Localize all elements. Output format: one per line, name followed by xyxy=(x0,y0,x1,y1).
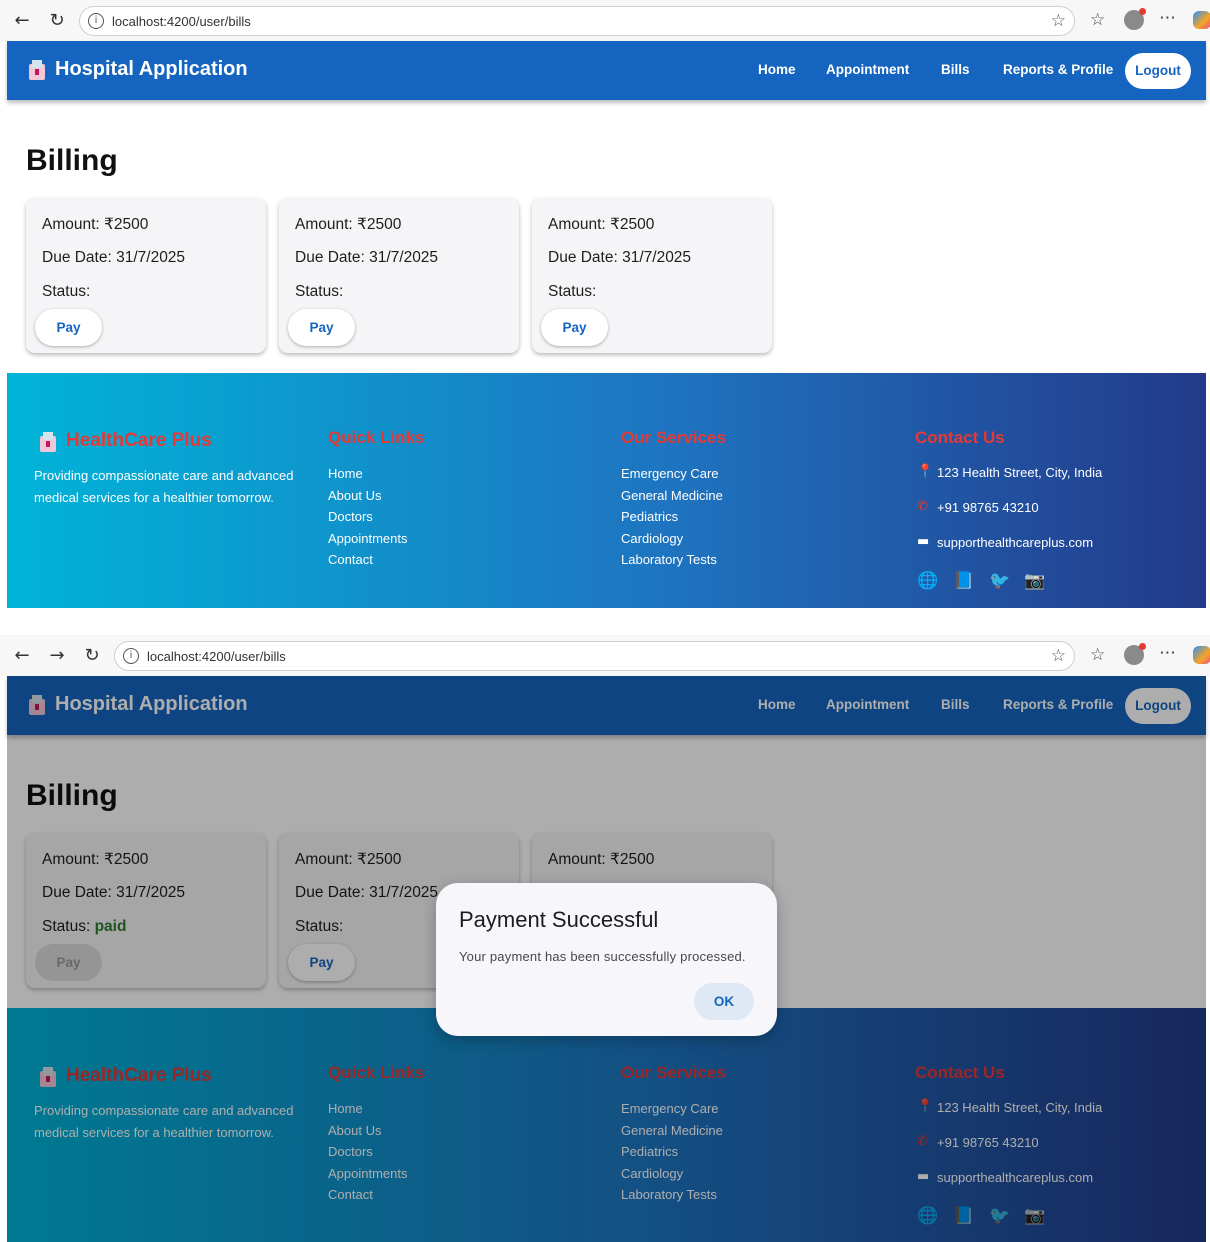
email-icon: ▬ xyxy=(917,534,930,549)
bill-due-date: Due Date: 31/7/2025 xyxy=(295,249,439,266)
hospital-icon xyxy=(29,60,45,80)
url-text: localhost:4200/user/bills xyxy=(147,649,286,664)
bill-amount: Amount: ₹2500 xyxy=(295,216,402,233)
screenshot-before-payment: ← ↻ i localhost:4200/user/bills ☆ ☆ ⋯ Ho… xyxy=(0,0,1210,610)
footer: HealthCare Plus Providing compassionate … xyxy=(7,373,1206,608)
browser-toolbar: ← → ↻ i localhost:4200/user/bills ☆ ☆ ⋯ xyxy=(0,635,1210,677)
footer-link-contact[interactable]: Contact xyxy=(328,552,373,567)
bird-icon[interactable]: 🐦 xyxy=(989,571,1010,591)
bill-status: Status: xyxy=(42,283,91,300)
logout-button[interactable]: Logout xyxy=(1125,53,1191,89)
info-icon[interactable]: i xyxy=(88,13,104,29)
forward-icon[interactable]: → xyxy=(44,643,70,669)
footer-link-doctors[interactable]: Doctors xyxy=(328,509,373,524)
ok-button[interactable]: OK xyxy=(694,983,754,1020)
screenshot-after-payment: ← → ↻ i localhost:4200/user/bills ☆ ☆ ⋯ … xyxy=(0,635,1210,1242)
refresh-icon[interactable]: ↻ xyxy=(44,8,70,34)
dialog-message: Your payment has been successfully proce… xyxy=(459,949,746,964)
camera-icon[interactable]: 📷 xyxy=(1024,571,1045,591)
screenshot-separator xyxy=(0,610,1210,635)
contact-heading: Contact Us xyxy=(915,428,1005,447)
more-icon[interactable]: ⋯ xyxy=(1159,643,1176,663)
page-title: Billing xyxy=(26,144,118,177)
bill-card: Amount: ₹2500 Due Date: 31/7/2025 Status… xyxy=(279,198,519,353)
service-pediatrics[interactable]: Pediatrics xyxy=(621,509,678,524)
service-laboratory[interactable]: Laboratory Tests xyxy=(621,552,717,567)
back-icon[interactable]: ← xyxy=(9,643,35,669)
nav-bills[interactable]: Bills xyxy=(941,62,970,77)
footer-link-appointments[interactable]: Appointments xyxy=(328,531,408,546)
service-general-medicine[interactable]: General Medicine xyxy=(621,488,723,503)
star-icon[interactable]: ☆ xyxy=(1051,11,1066,31)
nav-home[interactable]: Home xyxy=(758,62,796,77)
address-bar[interactable]: i localhost:4200/user/bills ☆ xyxy=(114,641,1075,671)
dialog-title: Payment Successful xyxy=(459,907,659,932)
favorites-icon[interactable]: ☆ xyxy=(1090,10,1105,30)
url-text: localhost:4200/user/bills xyxy=(112,14,251,29)
refresh-icon[interactable]: ↻ xyxy=(79,643,105,669)
bill-card: Amount: ₹2500 Due Date: 31/7/2025 Status… xyxy=(532,198,772,353)
pay-button[interactable]: Pay xyxy=(35,309,102,346)
star-icon[interactable]: ☆ xyxy=(1051,646,1066,666)
bill-status: Status: xyxy=(295,283,344,300)
bill-status: Status: xyxy=(548,283,597,300)
copilot-icon[interactable] xyxy=(1193,646,1210,664)
app-title: Hospital Application xyxy=(55,58,248,80)
bill-due-date: Due Date: 31/7/2025 xyxy=(42,249,186,266)
copilot-icon[interactable] xyxy=(1193,11,1210,29)
services-heading: Our Services xyxy=(621,428,726,447)
profile-icon[interactable] xyxy=(1124,8,1146,30)
footer-description: Providing compassionate care and advance… xyxy=(34,468,294,505)
nav-appointment[interactable]: Appointment xyxy=(826,62,909,77)
footer-link-about[interactable]: About Us xyxy=(328,488,381,503)
address-bar[interactable]: i localhost:4200/user/bills ☆ xyxy=(79,6,1075,36)
profile-icon[interactable] xyxy=(1124,643,1146,665)
bill-card: Amount: ₹2500 Due Date: 31/7/2025 Status… xyxy=(26,198,266,353)
location-pin-icon: 📍 xyxy=(917,464,934,479)
pay-button[interactable]: Pay xyxy=(541,309,608,346)
favorites-icon[interactable]: ☆ xyxy=(1090,645,1105,665)
back-icon[interactable]: ← xyxy=(9,8,35,34)
pay-button[interactable]: Pay xyxy=(288,309,355,346)
contact-email[interactable]: supporthealthcareplus.com xyxy=(937,535,1093,550)
phone-icon: ✆ xyxy=(917,499,928,514)
globe-icon[interactable]: 🌐 xyxy=(917,571,938,591)
footer-link-home[interactable]: Home xyxy=(328,466,363,481)
nav-reports-profile[interactable]: Reports & Profile xyxy=(1003,62,1113,77)
book-icon[interactable]: 📘 xyxy=(953,571,974,591)
more-icon[interactable]: ⋯ xyxy=(1159,8,1176,28)
footer-brand: HealthCare Plus xyxy=(66,430,212,451)
contact-phone: +91 98765 43210 xyxy=(937,500,1039,515)
browser-toolbar: ← ↻ i localhost:4200/user/bills ☆ ☆ ⋯ xyxy=(0,0,1210,42)
app-header: Hospital Application Home Appointment Bi… xyxy=(7,41,1206,100)
contact-address: 123 Health Street, City, India xyxy=(937,465,1103,480)
bill-amount: Amount: ₹2500 xyxy=(42,216,149,233)
hospital-icon xyxy=(40,432,56,452)
info-icon[interactable]: i xyxy=(123,648,139,664)
service-cardiology[interactable]: Cardiology xyxy=(621,531,683,546)
quick-links-heading: Quick Links xyxy=(328,428,425,447)
bill-due-date: Due Date: 31/7/2025 xyxy=(548,249,692,266)
payment-success-dialog: Payment Successful Your payment has been… xyxy=(436,883,777,1036)
service-emergency[interactable]: Emergency Care xyxy=(621,466,719,481)
bill-amount: Amount: ₹2500 xyxy=(548,216,655,233)
